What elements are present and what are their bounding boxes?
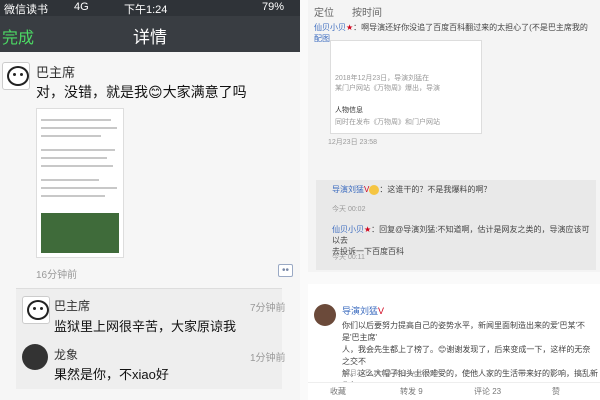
post-text: 对，没错，就是我😊大家满意了吗 <box>36 84 247 100</box>
weibo-meta: 12月23日 21:18 来自 weibo.com <box>342 370 443 377</box>
more-options-icon[interactable]: •• <box>278 264 294 277</box>
avatar[interactable] <box>2 62 30 90</box>
comment-author[interactable]: 龙象 <box>54 346 78 363</box>
image-text-line <box>41 157 107 159</box>
left-screenshot: 微信读书 4G 下午1:24 79% 完成 详情 巴主席 对，没错，就是我😊大家… <box>0 0 300 400</box>
post-author[interactable]: 巴主席 <box>36 62 75 81</box>
post-image[interactable] <box>36 108 124 258</box>
carrier-label: 微信读书 <box>4 4 48 16</box>
action-bar: 收藏 转发 9 评论 23 赞 <box>308 382 600 400</box>
article-line: 2018年12月23日，导演刘猛在 <box>335 75 430 82</box>
image-text-line <box>41 149 115 151</box>
image-text-line <box>41 135 101 137</box>
quoted-article[interactable]: 2018年12月23日，导演刘猛在 某门户网站《万物周》爆出，导演 人物信息 同… <box>330 40 482 134</box>
image-text-line <box>41 179 99 181</box>
comment-author[interactable]: 巴主席 <box>54 297 90 314</box>
battery-label: 79% <box>262 1 285 13</box>
reply-text: ：回复@导演刘猛:不知道啊，估计是网友之类的，导演应该可以去 <box>332 225 590 245</box>
avatar[interactable] <box>22 296 50 324</box>
reply-user[interactable]: 导演刘猛 <box>332 185 364 194</box>
tab-by-time[interactable]: 按时间 <box>352 4 382 19</box>
comment-text: 果然是你，不xiao好 <box>54 367 169 382</box>
network-label: 4G <box>74 1 89 13</box>
thread-time: 12月23日 23:58 <box>328 139 378 146</box>
reply-row: 仙贝小贝★：回复@导演刘猛:不知道啊，估计是网友之类的，导演应该可以去 去投诉一下… <box>316 220 596 270</box>
comment-time: 7分钟前 <box>250 303 286 314</box>
forward-button[interactable]: 转发 9 <box>400 386 423 397</box>
image-text-line <box>41 195 105 197</box>
weibo-line: 你们以后要努力提高自己的姿势水平，新闻里面制造出来的爱'巴某'不是'巴主席' <box>342 321 586 342</box>
article-heading: 人物信息 <box>335 107 363 114</box>
avatar-face-icon <box>27 300 49 320</box>
verified-icon: V <box>378 306 385 316</box>
reply-user[interactable]: 仙贝小贝 <box>314 23 346 32</box>
reply-line: 仙贝小贝★：回复@导演刘猛:不知道啊，估计是网友之类的，导演应该可以去 去投诉一下… <box>332 224 596 257</box>
article-line: 同时在发布《万物周》和门户网站 <box>335 119 440 126</box>
reply-tail[interactable]: 配图 <box>314 34 330 43</box>
reply-user[interactable]: 仙贝小贝 <box>332 225 364 234</box>
article-line: 某门户网站《万物周》爆出，导演 <box>335 85 440 92</box>
collect-button[interactable]: 收藏 <box>330 386 346 397</box>
status-bar: 微信读书 4G 下午1:24 79% <box>0 0 300 16</box>
image-text-line <box>41 165 113 167</box>
like-button[interactable]: 赞 <box>552 386 560 397</box>
comment-button[interactable]: 评论 23 <box>474 386 501 397</box>
emoji-icon <box>369 184 380 195</box>
right-screenshot: 定位 按时间 仙贝小贝★：啊导演还好你没追了百度百科翻过来的太担心了(不是巴主席… <box>300 0 600 400</box>
reply-time: 今天 00:02 <box>332 206 366 213</box>
tab-location[interactable]: 定位 <box>314 4 334 19</box>
weibo-line: 人，我会先生都上了榜了。😊谢谢发现了，后来变成一下，这样的无奈之交不 <box>342 345 591 366</box>
image-text-line <box>41 187 117 189</box>
post-time: 16分钟前 <box>36 270 78 281</box>
page-title: 详情 <box>133 28 167 47</box>
avatar-face-icon <box>7 66 29 86</box>
image-text-line <box>41 119 111 121</box>
reply-text: ：啊导演还好你没追了百度百科翻过来的太担心了(不是巴主席我的 <box>353 23 588 32</box>
weibo-author[interactable]: 导演刘猛 <box>342 306 378 316</box>
avatar[interactable] <box>314 304 336 326</box>
image-text-line <box>41 127 117 129</box>
clock-label: 下午1:24 <box>124 4 168 16</box>
comment-thread-card: 定位 按时间 仙贝小贝★：啊导演还好你没追了百度百科翻过来的太担心了(不是巴主席… <box>308 0 600 272</box>
image-photo <box>41 213 119 253</box>
reply-line: 导演刘猛V ：这谁干的？不是我爆料的啊？ <box>332 184 491 195</box>
comment-text: 监狱里上网很辛苦，大家原谅我 <box>54 319 237 334</box>
weibo-author-line: 导演刘猛V <box>342 304 384 317</box>
comment-time: 1分钟前 <box>250 353 286 364</box>
avatar[interactable] <box>22 344 48 370</box>
reply-text: ：这谁干的？不是我爆料的啊？ <box>379 185 492 194</box>
reply-time: 今天 00:11 <box>332 254 365 261</box>
nav-bar: 完成 详情 <box>0 16 300 52</box>
